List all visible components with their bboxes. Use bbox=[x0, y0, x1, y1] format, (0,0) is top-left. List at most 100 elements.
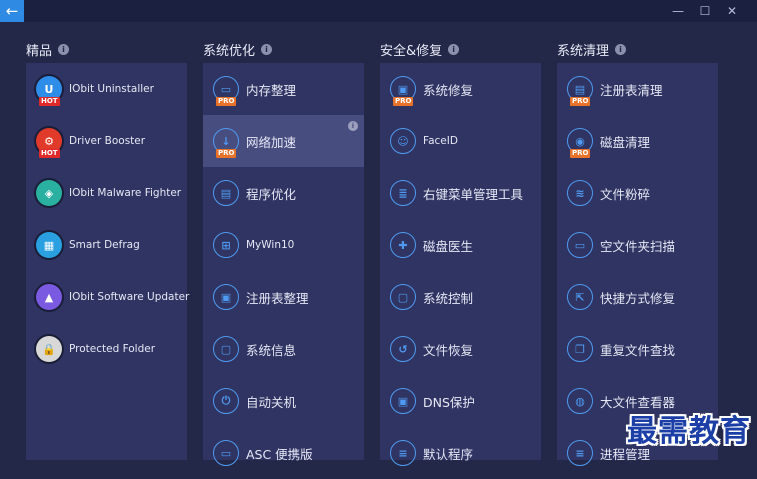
list-item-label: 程序优化 bbox=[246, 186, 297, 202]
column-optimize: ▭ PRO 内存整理 ↓ PRO 网络加速 i ▤ 程序优化 ⊞ MyWin10 ▣ 注册表整理 ▢ 系统信… bbox=[203, 63, 364, 466]
list-item[interactable]: ⚙ HOT Driver Booster bbox=[26, 115, 187, 167]
list-item[interactable]: ⇱ 快捷方式修复 bbox=[557, 271, 718, 323]
section-title-featured: 精品 i bbox=[26, 40, 70, 59]
dns-protect-icon: ▣ bbox=[390, 388, 416, 414]
info-icon[interactable]: i bbox=[448, 44, 460, 55]
power-icon: ⏻ bbox=[213, 388, 239, 414]
software-updater-icon: ▲ bbox=[36, 284, 62, 310]
list-item-label: 文件恢复 bbox=[423, 342, 474, 358]
program-optimize-icon: ▤ bbox=[213, 180, 239, 206]
info-icon[interactable]: i bbox=[615, 44, 627, 55]
list-item-label: Smart Defrag bbox=[69, 239, 140, 251]
context-menu-icon: ≣ bbox=[390, 180, 416, 206]
list-item-label: 空文件夹扫描 bbox=[600, 238, 676, 254]
duplicate-file-icon: ❐ bbox=[567, 336, 593, 362]
info-icon[interactable]: i bbox=[58, 44, 70, 55]
info-icon[interactable]: i bbox=[348, 121, 358, 131]
list-item-label: 文件粉碎 bbox=[600, 186, 651, 202]
section-title-clean: 系统清理 i bbox=[557, 40, 627, 59]
list-item[interactable]: ◈ IObit Malware Fighter bbox=[26, 167, 187, 219]
list-item-label: 自动关机 bbox=[246, 394, 297, 410]
faceid-icon: ☺ bbox=[390, 128, 416, 154]
list-item[interactable]: ◉ PRO 磁盘清理 bbox=[557, 115, 718, 167]
list-item-label: IObit Malware Fighter bbox=[69, 187, 182, 199]
list-item[interactable]: U HOT IObit Uninstaller bbox=[26, 63, 187, 115]
list-item[interactable]: ❐ 重复文件查找 bbox=[557, 323, 718, 375]
back-arrow-icon: ← bbox=[5, 2, 19, 20]
pro-badge: PRO bbox=[393, 97, 414, 106]
column-featured: U HOT IObit Uninstaller ⚙ HOT Driver Booster ◈… bbox=[26, 63, 190, 460]
list-item-label: 磁盘清理 bbox=[600, 134, 651, 150]
section-title-security: 安全&修复 i bbox=[380, 40, 460, 59]
malware-fighter-icon: ◈ bbox=[36, 180, 62, 206]
watermark-logo: 最需教育 bbox=[627, 414, 751, 449]
list-item-label: MyWin10 bbox=[246, 239, 295, 251]
smart-defrag-icon: ▦ bbox=[36, 232, 62, 258]
list-item-label: Driver Booster bbox=[69, 135, 146, 147]
pro-badge: PRO bbox=[570, 149, 591, 158]
maximize-button[interactable]: ☐ bbox=[692, 0, 718, 22]
minimize-button[interactable]: — bbox=[665, 0, 691, 22]
list-item[interactable]: ▣ DNS保护 bbox=[380, 375, 541, 427]
list-item-label: 系统控制 bbox=[423, 290, 474, 306]
minimize-icon: — bbox=[672, 4, 684, 18]
maximize-icon: ☐ bbox=[699, 4, 711, 18]
list-item-label: 网络加速 bbox=[246, 134, 297, 150]
empty-folder-icon: ▭ bbox=[567, 232, 593, 258]
list-item[interactable]: ▭ PRO 内存整理 bbox=[203, 63, 364, 115]
list-item[interactable]: ▲ IObit Software Updater bbox=[26, 271, 190, 323]
column-security: ▣ PRO 系统修复 ☺ FaceID ≣ 右键菜单管理工具 ✚ 磁盘医生 ▢ 系统控制 ↺ 文件恢复 ▣… bbox=[380, 63, 541, 466]
info-icon[interactable]: i bbox=[261, 44, 273, 55]
list-item[interactable]: ⊞ MyWin10 bbox=[203, 219, 364, 271]
pro-badge: PRO bbox=[216, 97, 237, 106]
large-file-icon: ◍ bbox=[567, 388, 593, 414]
file-shredder-icon: ≋ bbox=[567, 180, 593, 206]
list-item[interactable]: ≣ 右键菜单管理工具 bbox=[380, 167, 541, 219]
list-item[interactable]: ▣ 注册表整理 bbox=[203, 271, 364, 323]
back-button[interactable]: ← bbox=[0, 0, 24, 22]
close-icon: ✕ bbox=[726, 4, 738, 18]
list-item[interactable]: ≋ 文件粉碎 bbox=[557, 167, 718, 219]
list-item[interactable]: ☺ FaceID bbox=[380, 115, 541, 167]
hot-badge: HOT bbox=[39, 97, 60, 106]
list-item-label: 快捷方式修复 bbox=[600, 290, 676, 306]
section-title-optimize: 系统优化 i bbox=[203, 40, 273, 59]
list-item[interactable]: ↺ 文件恢复 bbox=[380, 323, 541, 375]
close-button[interactable]: ✕ bbox=[719, 0, 745, 22]
shortcut-fix-icon: ⇱ bbox=[567, 284, 593, 310]
registry-icon: ▣ bbox=[213, 284, 239, 310]
list-item[interactable]: ▭ ASC 便携版 bbox=[203, 427, 364, 479]
list-item[interactable]: ↓ PRO 网络加速 i bbox=[203, 115, 364, 167]
list-item[interactable]: ≡ 默认程序 bbox=[380, 427, 541, 479]
list-item-label: IObit Software Updater bbox=[69, 291, 190, 303]
process-manager-icon: ≡ bbox=[567, 440, 593, 466]
protected-folder-icon: 🔒 bbox=[36, 336, 62, 362]
portable-icon: ▭ bbox=[213, 440, 239, 466]
list-item[interactable]: 🔒 Protected Folder bbox=[26, 323, 187, 375]
default-program-icon: ≡ bbox=[390, 440, 416, 466]
list-item-label: 系统信息 bbox=[246, 342, 297, 358]
list-item[interactable]: ▢ 系统控制 bbox=[380, 271, 541, 323]
list-item-label: 注册表清理 bbox=[600, 82, 663, 98]
system-control-icon: ▢ bbox=[390, 284, 416, 310]
pro-badge: PRO bbox=[216, 149, 237, 158]
list-item-label: 系统修复 bbox=[423, 82, 474, 98]
list-item[interactable]: ▣ PRO 系统修复 bbox=[380, 63, 541, 115]
list-item[interactable]: ▭ 空文件夹扫描 bbox=[557, 219, 718, 271]
file-recovery-icon: ↺ bbox=[390, 336, 416, 362]
list-item-label: 磁盘医生 bbox=[423, 238, 474, 254]
list-item[interactable]: ▤ 程序优化 bbox=[203, 167, 364, 219]
system-info-icon: ▢ bbox=[213, 336, 239, 362]
list-item[interactable]: ▤ PRO 注册表清理 bbox=[557, 63, 718, 115]
list-item-label: IObit Uninstaller bbox=[69, 83, 154, 95]
list-item[interactable]: ⏻ 自动关机 bbox=[203, 375, 364, 427]
list-item-label: DNS保护 bbox=[423, 394, 475, 410]
list-item-label: 重复文件查找 bbox=[600, 342, 676, 358]
title-bar: ← — ☐ ✕ bbox=[0, 0, 757, 22]
list-item[interactable]: ▦ Smart Defrag bbox=[26, 219, 187, 271]
list-item-label: FaceID bbox=[423, 135, 458, 147]
list-item[interactable]: ▢ 系统信息 bbox=[203, 323, 364, 375]
hot-badge: HOT bbox=[39, 149, 60, 158]
list-item-label: 注册表整理 bbox=[246, 290, 309, 306]
list-item[interactable]: ✚ 磁盘医生 bbox=[380, 219, 541, 271]
